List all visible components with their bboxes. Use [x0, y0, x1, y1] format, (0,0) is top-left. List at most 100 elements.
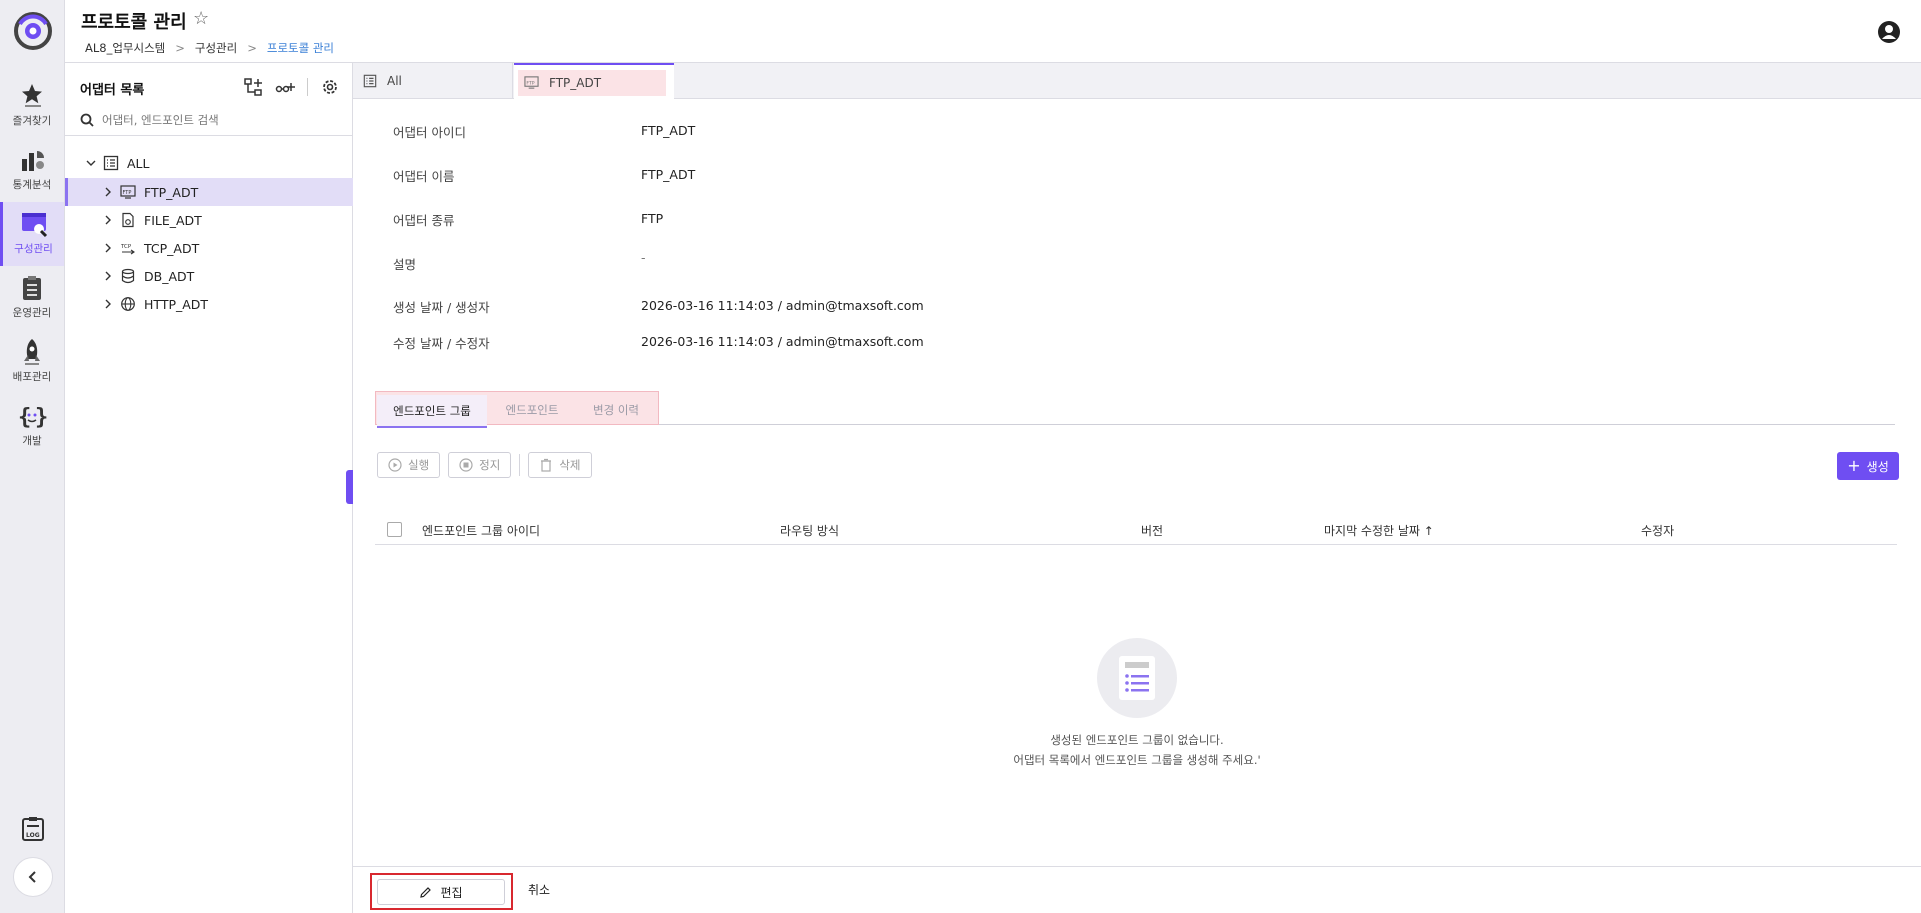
adapter-tree-panel: 어댑터 목록 ALL: [65, 63, 353, 913]
log-icon[interactable]: LOG: [20, 816, 46, 842]
config-icon: [21, 213, 47, 238]
favorite-star-icon[interactable]: ☆: [193, 8, 209, 29]
table-header: 엔드포인트 그룹 아이디 라우팅 방식 버전 마지막 수정한 날짜 ↑ 수정자: [375, 516, 1897, 545]
svg-text:{: {: [18, 405, 31, 430]
edit-label: 편집: [440, 885, 463, 900]
edit-button-highlight: 편집: [370, 873, 513, 910]
chevron-right-icon[interactable]: [102, 214, 114, 226]
column-header[interactable]: 버전: [1141, 522, 1163, 539]
breadcrumb-separator-icon: >: [175, 41, 185, 55]
globe-icon: [121, 297, 135, 311]
column-header[interactable]: 마지막 수정한 날짜 ↑: [1324, 522, 1434, 539]
page-header: 프로토콜 관리 ☆ AL8_업무시스템 > 구성관리 > 프로토콜 관리: [65, 0, 1921, 63]
collapse-rail-button[interactable]: [13, 857, 53, 897]
tree-node-file-adt[interactable]: FILE_ADT: [65, 206, 353, 234]
tree-node-all[interactable]: ALL: [65, 149, 353, 177]
empty-list-icon: [1097, 638, 1177, 718]
ftp-icon: FTP: [120, 185, 136, 199]
add-endpoint-icon[interactable]: [275, 77, 295, 97]
search-icon: [80, 113, 94, 127]
tree-node-ftp-adt[interactable]: FTP FTP_ADT: [65, 178, 353, 206]
tree-toolbar: [243, 77, 340, 97]
tree-node-db-adt[interactable]: DB_ADT: [65, 262, 353, 290]
trash-icon: [541, 458, 552, 472]
tab-all[interactable]: All: [353, 63, 513, 99]
action-toolbar: 실행 정지 삭제: [377, 452, 592, 478]
rail-label: 통계분석: [12, 179, 52, 191]
subtab-change-history[interactable]: 변경 이력: [575, 395, 657, 425]
star-icon: [22, 84, 42, 107]
run-button[interactable]: 실행: [377, 452, 441, 478]
chevron-right-icon[interactable]: [102, 186, 114, 198]
modified-label: 수정 날짜 / 수정자: [393, 336, 490, 351]
breadcrumb-separator-icon: >: [247, 41, 257, 55]
adapter-search-input[interactable]: [102, 113, 322, 127]
svg-text:FTP: FTP: [526, 80, 534, 86]
toolbar-divider: [519, 454, 521, 476]
panel-resize-handle[interactable]: [346, 470, 353, 504]
empty-state: 생성된 엔드포인트 그룹이 없습니다. 어댑터 목록에서 엔드포인트 그룹을 생…: [353, 638, 1921, 770]
breadcrumb-item[interactable]: AL8_업무시스템: [85, 40, 165, 56]
subtab-endpoint[interactable]: 엔드포인트: [489, 395, 575, 425]
database-icon: [121, 268, 135, 284]
delete-button[interactable]: 삭제: [528, 452, 592, 478]
user-account-icon[interactable]: [1877, 20, 1901, 44]
rail-item-configuration[interactable]: 구성관리: [0, 202, 64, 266]
create-button[interactable]: + 생성: [1837, 452, 1899, 480]
left-rail: 즐겨찾기 통계분석 구성관리 운영관리 배포관리 {} 개발 LOG: [0, 0, 65, 913]
adapter-type-label: 어댑터 종류: [393, 213, 455, 228]
subtab-endpoint-group[interactable]: 엔드포인트 그룹: [377, 395, 487, 428]
rail-label: 운영관리: [12, 307, 52, 319]
toolbar-divider: [307, 78, 308, 96]
tree-node-label: DB_ADT: [144, 268, 195, 284]
svg-text:FTP: FTP: [123, 190, 132, 196]
tree-node-http-adt[interactable]: HTTP_ADT: [65, 290, 353, 318]
tcp-icon: TCP: [120, 244, 135, 255]
delete-label: 삭제: [559, 458, 581, 472]
gear-icon[interactable]: [320, 77, 340, 97]
tab-ftp-adt[interactable]: FTP FTP_ADT: [514, 63, 674, 100]
chevron-right-icon[interactable]: [102, 270, 114, 282]
rail-item-favorites[interactable]: 즐겨찾기: [0, 74, 64, 138]
add-adapter-icon[interactable]: [243, 77, 263, 97]
chevron-right-icon[interactable]: [102, 242, 114, 254]
breadcrumb-current[interactable]: 프로토콜 관리: [267, 40, 334, 56]
svg-text:TCP: TCP: [120, 244, 132, 250]
rail-item-deployment[interactable]: 배포관리: [0, 330, 64, 394]
column-header[interactable]: 수정자: [1641, 522, 1674, 539]
svg-text:LOG: LOG: [26, 832, 40, 839]
adapter-name-label: 어댑터 이름: [393, 169, 455, 184]
cancel-button[interactable]: 취소: [528, 881, 550, 898]
description-label: 설명: [393, 257, 417, 272]
select-all-checkbox[interactable]: [387, 522, 402, 537]
tab-highlight: FTP FTP_ADT: [518, 69, 666, 96]
description-value: -: [641, 250, 646, 265]
empty-message-line2: 어댑터 목록에서 엔드포인트 그룹을 생성해 주세요.': [1013, 753, 1261, 767]
rail-item-development[interactable]: { } 개발: [0, 394, 64, 458]
column-header[interactable]: 라우팅 방식: [780, 522, 839, 539]
adapter-name-value: FTP_ADT: [641, 167, 696, 182]
rail-item-statistics[interactable]: 통계분석: [0, 138, 64, 202]
modified-value: 2026-03-16 11:14:03 / admin@tmaxsoft.com: [641, 334, 924, 349]
code-icon: { }: [18, 405, 47, 430]
page-title: 프로토콜 관리: [81, 12, 187, 33]
column-header[interactable]: 엔드포인트 그룹 아이디: [422, 522, 540, 539]
rail-label: 구성관리: [14, 243, 53, 255]
list-icon: [363, 74, 377, 88]
stop-button[interactable]: 정지: [448, 452, 512, 478]
app-logo-icon[interactable]: [14, 12, 52, 50]
created-label: 생성 날짜 / 생성자: [393, 300, 490, 315]
tab-label: FTP_ADT: [549, 75, 602, 90]
tree-search: [80, 107, 340, 133]
tree-node-label: FILE_ADT: [144, 212, 202, 228]
form-footer: 편집 취소: [353, 866, 1921, 913]
tree-node-label: HTTP_ADT: [144, 296, 209, 312]
rail-label: 개발: [22, 435, 42, 447]
breadcrumb-item[interactable]: 구성관리: [195, 40, 237, 56]
chevron-down-icon[interactable]: [85, 157, 97, 169]
adapter-id-label: 어댑터 아이디: [393, 125, 466, 140]
tree-node-tcp-adt[interactable]: TCP TCP_ADT: [65, 234, 353, 262]
rail-item-operations[interactable]: 운영관리: [0, 266, 64, 330]
edit-button[interactable]: 편집: [377, 879, 505, 905]
chevron-right-icon[interactable]: [102, 298, 114, 310]
